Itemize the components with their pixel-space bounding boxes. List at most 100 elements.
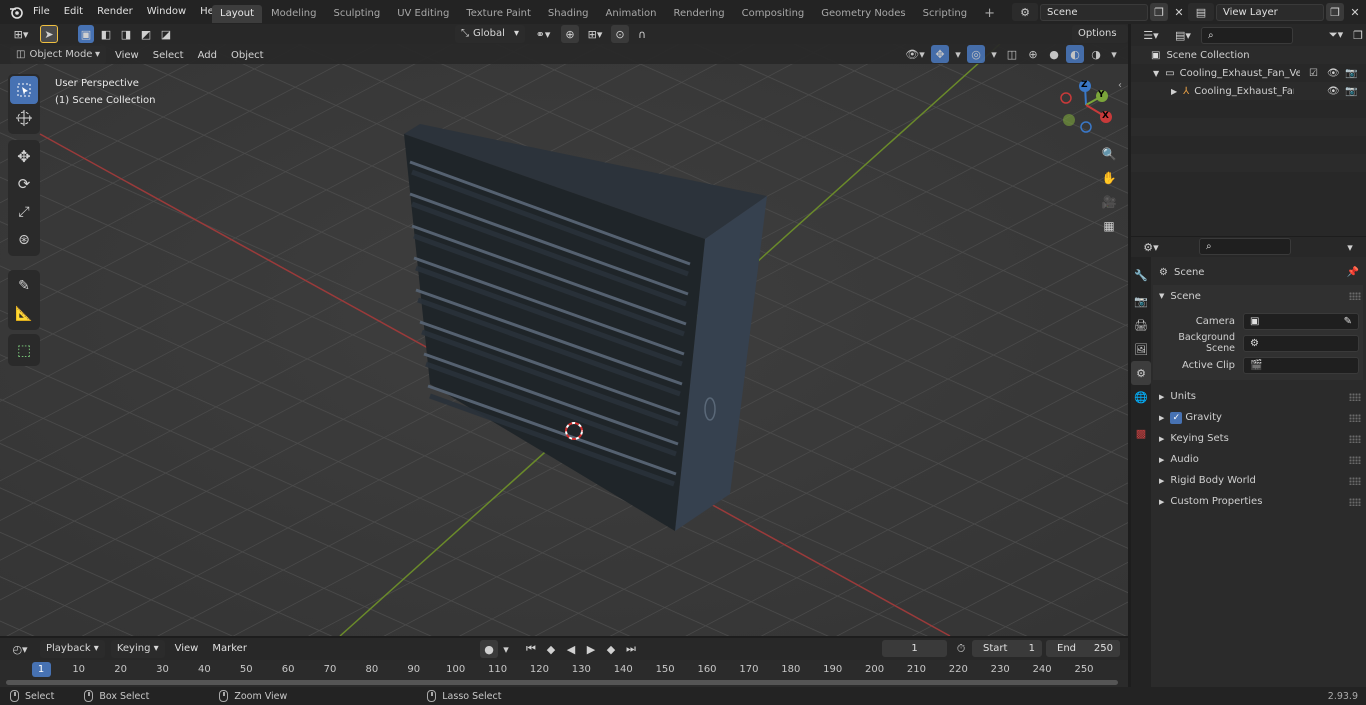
view-layer-field[interactable]: View Layer — [1216, 3, 1324, 21]
editor-type-icon[interactable]: ⊞▾ — [6, 25, 36, 43]
gravity-panel[interactable]: ▶ ✓ Gravity — [1153, 407, 1363, 428]
preview-range-icon[interactable]: ⏱ — [952, 640, 970, 658]
gizmo-toggle-icon[interactable]: ✥ — [931, 45, 949, 63]
shading-solid-icon[interactable]: ● — [1045, 45, 1063, 63]
outliner-row-object[interactable]: ▶ ⅄ Cooling_Exhaust_Fan_Ve 👁 📷 — [1131, 82, 1366, 100]
snap-toggle-icon[interactable]: ⊕ — [561, 25, 579, 43]
audio-panel[interactable]: ▶ Audio — [1153, 449, 1363, 470]
gizmo-dropdown-icon[interactable]: ▾ — [952, 45, 964, 63]
mode-dropdown[interactable]: ◫ Object Mode ▾ — [10, 46, 106, 64]
frame-ruler[interactable]: 1 10 20 30 40 50 60 70 80 90 100 110 120 130 140 150 160… — [0, 662, 1128, 678]
tab-compositing[interactable]: Compositing — [734, 5, 813, 23]
keying-dropdown[interactable]: Keying ▾ — [110, 640, 165, 658]
visibility-icon[interactable]: 👁▾ — [902, 45, 928, 63]
delete-scene-icon[interactable]: ✕ — [1170, 3, 1188, 21]
jump-start-icon[interactable]: ⏮ — [522, 640, 540, 658]
properties-search-input[interactable]: ⌕ — [1199, 238, 1291, 255]
scene-section-header[interactable]: ▼ Scene — [1153, 285, 1363, 307]
tab-shading[interactable]: Shading — [540, 5, 597, 23]
camera-render-icon[interactable]: 📷 — [1345, 68, 1357, 79]
properties-options-icon[interactable]: ▾ — [1341, 238, 1359, 256]
properties-editor-type-icon[interactable]: ⚙▾ — [1137, 238, 1165, 256]
viewport-menu-add[interactable]: Add — [193, 47, 222, 64]
proportional-edit-icon[interactable]: ⊙ — [611, 25, 629, 43]
shading-rendered-icon[interactable]: ◑ — [1087, 45, 1105, 63]
camera-view-icon[interactable]: 🎥 — [1098, 190, 1120, 214]
blender-logo-icon[interactable] — [6, 5, 26, 19]
pin-icon[interactable]: 📌 — [1347, 267, 1359, 278]
keying-sets-panel[interactable]: ▶ Keying Sets — [1153, 428, 1363, 449]
mode-invert-icon[interactable]: ◩ — [138, 25, 154, 43]
select-box-tool-icon[interactable] — [10, 76, 38, 104]
tab-texture-paint[interactable]: Texture Paint — [458, 5, 539, 23]
drag-handle-icon[interactable] — [1349, 455, 1361, 464]
next-keyframe-icon[interactable]: ◆ — [602, 640, 620, 658]
pan-view-icon[interactable]: ✋ — [1098, 166, 1120, 190]
rotate-tool-icon[interactable]: ⟳ — [10, 170, 38, 198]
overlay-toggle-icon[interactable]: ◎ — [967, 45, 985, 63]
mode-extend-icon[interactable]: ◧ — [98, 25, 114, 43]
drag-handle-icon[interactable] — [1349, 434, 1361, 443]
view-layer-icon[interactable]: ▤ — [1188, 3, 1214, 21]
menu-edit[interactable]: Edit — [57, 0, 90, 24]
play-reverse-icon[interactable]: ◀ — [562, 640, 580, 658]
drag-handle-icon[interactable] — [1349, 497, 1361, 506]
menu-file[interactable]: File — [26, 0, 57, 24]
annotate-tool-icon[interactable]: ✎ — [10, 272, 38, 300]
render-tab-icon[interactable]: 📷 — [1131, 289, 1151, 313]
outliner-editor-type-icon[interactable]: ☰▾ — [1137, 26, 1165, 44]
jump-end-icon[interactable]: ⏭ — [622, 640, 640, 658]
eyedropper-icon[interactable]: ✎ — [1344, 314, 1352, 329]
drag-handle-icon[interactable] — [1349, 413, 1361, 422]
start-frame-field[interactable]: Start 1 — [972, 640, 1042, 657]
measure-tool-icon[interactable]: 📐 — [10, 300, 38, 328]
scene-field[interactable]: Scene — [1040, 3, 1148, 21]
options-dropdown[interactable]: Options ▾ — [1072, 25, 1128, 57]
scale-tool-icon[interactable]: ⤢ — [10, 198, 38, 226]
playback-dropdown[interactable]: Playback ▾ — [40, 640, 105, 658]
delete-view-layer-icon[interactable]: ✕ — [1346, 3, 1364, 21]
view-layer-tab-icon[interactable]: 🖼 — [1131, 337, 1151, 361]
mode-intersect-icon[interactable]: ◪ — [158, 25, 174, 43]
custom-properties-panel[interactable]: ▶ Custom Properties — [1153, 491, 1363, 512]
viewport-menu-select[interactable]: Select — [148, 47, 189, 64]
mode-subtract-icon[interactable]: ◨ — [118, 25, 134, 43]
3d-viewport[interactable]: User Perspective (1) Scene Collection ✥ … — [0, 44, 1128, 636]
outliner-search-input[interactable]: ⌕ — [1201, 26, 1293, 44]
pivot-point-icon[interactable]: ⚭▾ — [529, 25, 557, 43]
record-icon[interactable]: ● — [480, 640, 498, 658]
tab-scripting[interactable]: Scripting — [915, 5, 975, 23]
camera-render-icon[interactable]: 📷 — [1345, 86, 1357, 97]
mode-new-icon[interactable]: ▣ — [78, 25, 94, 43]
eye-icon[interactable]: 👁 — [1327, 68, 1340, 79]
tool-tab-icon[interactable]: 🔧 — [1131, 263, 1151, 287]
navigation-gizmo[interactable]: Z Y X — [1058, 74, 1120, 136]
units-panel[interactable]: ▶ Units — [1153, 386, 1363, 407]
drag-handle-icon[interactable] — [1349, 392, 1361, 401]
output-tab-icon[interactable]: 🖨 — [1131, 313, 1151, 337]
new-view-layer-icon[interactable]: ❐ — [1326, 3, 1344, 21]
shading-wireframe-icon[interactable]: ⊕ — [1024, 45, 1042, 63]
transform-orientation-dropdown[interactable]: ⤡ Global ▾ — [455, 25, 525, 43]
shading-dropdown-icon[interactable]: ▾ — [1108, 45, 1120, 63]
drag-handle-icon[interactable] — [1349, 292, 1361, 300]
select-tool-icon[interactable]: ➤ — [40, 25, 58, 43]
timeline-menu-marker[interactable]: Marker — [208, 640, 251, 658]
rigid-body-world-panel[interactable]: ▶ Rigid Body World — [1153, 470, 1363, 491]
orthographic-toggle-icon[interactable]: ▦ — [1098, 214, 1120, 238]
cursor-tool-icon[interactable] — [10, 104, 38, 132]
tab-modeling[interactable]: Modeling — [263, 5, 325, 23]
prev-keyframe-icon[interactable]: ◆ — [542, 640, 560, 658]
scene-icon[interactable]: ⚙ — [1012, 3, 1038, 21]
viewport-menu-view[interactable]: View — [110, 47, 144, 64]
gravity-checkbox[interactable]: ✓ — [1170, 411, 1183, 424]
tab-geometry-nodes[interactable]: Geometry Nodes — [813, 5, 913, 23]
tab-uv-editing[interactable]: UV Editing — [389, 5, 457, 23]
add-workspace-button[interactable]: + — [976, 5, 1003, 23]
outliner-display-mode-icon[interactable]: ▤▾ — [1169, 26, 1197, 44]
background-scene-field[interactable]: ⚙ — [1243, 334, 1359, 352]
texture-tab-icon[interactable]: ▩ — [1131, 421, 1151, 445]
record-options-icon[interactable]: ▾ — [500, 640, 512, 658]
viewport-menu-object[interactable]: Object — [226, 47, 269, 64]
eye-icon[interactable]: 👁 — [1327, 86, 1340, 97]
